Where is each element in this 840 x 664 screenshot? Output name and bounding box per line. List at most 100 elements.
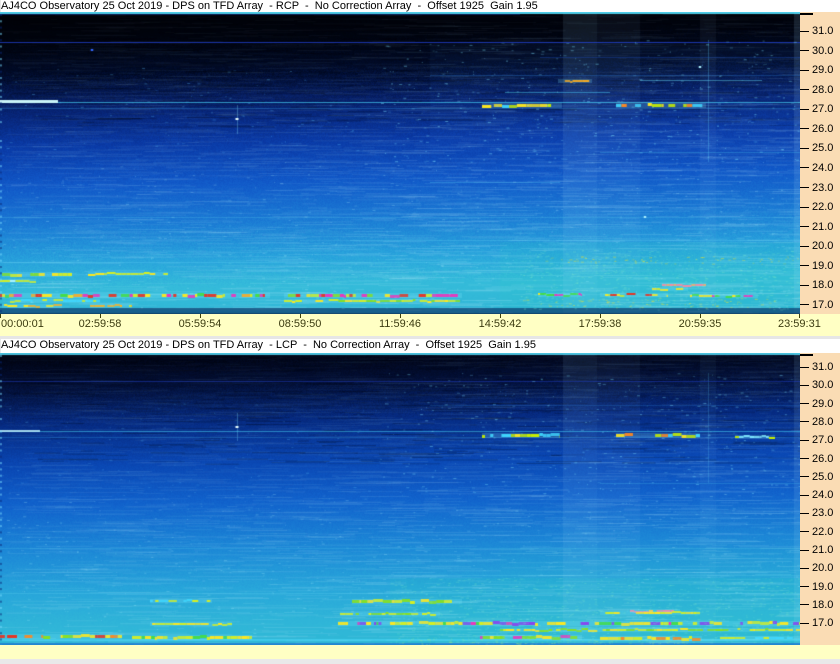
y-tick-label: 28.0 bbox=[812, 415, 834, 428]
tick-mark bbox=[800, 206, 809, 208]
tick-mark bbox=[800, 226, 809, 228]
tick-mark bbox=[800, 167, 809, 169]
frequency-scale-top-tick bbox=[800, 354, 813, 356]
time-axis: 00:00:01 02:59:58 05:59:54 08:59:50 11:59:46… bbox=[0, 314, 840, 336]
tick-mark bbox=[800, 69, 809, 71]
tick-mark bbox=[800, 494, 809, 496]
y-tick: 22.0 bbox=[800, 201, 834, 214]
lcp-frequency-scale: 31.0 30.0 29.0 28.0 27.0 26.0 25.0 24.0 23.0 22.0… bbox=[800, 353, 840, 645]
tick-mark bbox=[800, 89, 809, 91]
y-tick: 20.0 bbox=[800, 562, 834, 575]
y-tick: 31.0 bbox=[800, 361, 834, 373]
y-tick-label: 25.0 bbox=[812, 470, 834, 483]
y-tick: 31.0 bbox=[800, 25, 834, 37]
tick-mark bbox=[800, 586, 809, 588]
y-tick-label: 27.0 bbox=[812, 434, 834, 447]
y-tick: 17.0 bbox=[800, 617, 834, 630]
y-tick-label: 26.0 bbox=[812, 452, 834, 465]
tick-mark bbox=[800, 245, 809, 247]
y-tick-label: 17.0 bbox=[812, 617, 834, 630]
y-tick: 29.0 bbox=[800, 397, 834, 410]
tick-mark bbox=[800, 284, 809, 286]
tick-mark bbox=[800, 128, 809, 130]
y-tick-label: 23.0 bbox=[812, 181, 834, 194]
y-tick: 27.0 bbox=[800, 434, 834, 447]
x-tick-label: 20:59:35 bbox=[678, 318, 722, 330]
tick-mark bbox=[800, 439, 809, 441]
y-tick: 25.0 bbox=[800, 470, 834, 483]
x-tick-label: 00:00:01 bbox=[1, 318, 44, 330]
lcp-panel-title: AJ4CO Observatory 25 Oct 2019 - DPS on T… bbox=[1, 339, 840, 353]
y-tick-label: 30.0 bbox=[812, 44, 834, 57]
y-tick: 21.0 bbox=[800, 544, 834, 556]
y-tick: 20.0 bbox=[800, 240, 834, 253]
y-tick: 22.0 bbox=[800, 525, 834, 538]
y-tick: 19.0 bbox=[800, 259, 834, 272]
tick-mark bbox=[800, 366, 809, 368]
y-tick-label: 21.0 bbox=[812, 220, 834, 233]
tick-mark bbox=[800, 403, 809, 405]
tick-mark bbox=[800, 604, 809, 606]
rcp-panel-title: AJ4CO Observatory 25 Oct 2019 - DPS on T… bbox=[1, 0, 840, 12]
y-tick: 18.0 bbox=[800, 279, 834, 292]
y-tick-label: 24.0 bbox=[812, 161, 834, 174]
tick-mark bbox=[800, 304, 809, 306]
tick-mark bbox=[800, 384, 809, 386]
y-tick: 28.0 bbox=[800, 415, 834, 428]
y-tick-label: 21.0 bbox=[812, 544, 834, 556]
tick-mark bbox=[800, 512, 809, 514]
y-tick: 24.0 bbox=[800, 489, 834, 502]
tick-mark bbox=[800, 265, 809, 267]
y-tick-label: 30.0 bbox=[812, 379, 834, 392]
y-tick-label: 20.0 bbox=[812, 562, 834, 575]
tick-mark bbox=[800, 147, 809, 149]
y-tick-label: 19.0 bbox=[812, 259, 834, 272]
rcp-spectrogram bbox=[0, 12, 800, 314]
x-tick-label: 17:59:38 bbox=[578, 318, 622, 330]
tick-mark bbox=[800, 567, 809, 569]
y-tick: 19.0 bbox=[800, 580, 834, 593]
tick-mark bbox=[800, 622, 809, 624]
y-tick: 28.0 bbox=[800, 84, 833, 95]
y-tick-label: 18.0 bbox=[812, 598, 834, 611]
y-tick: 21.0 bbox=[800, 220, 834, 233]
y-tick: 18.0 bbox=[800, 598, 834, 611]
spectrograph-window: AJ4CO Observatory 25 Oct 2019 - DPS on T… bbox=[0, 0, 840, 664]
y-tick: 27.0 bbox=[800, 103, 834, 116]
x-tick-label: 08:59:50 bbox=[278, 318, 322, 330]
y-tick: 26.0 bbox=[800, 452, 834, 465]
y-tick-label: 24.0 bbox=[812, 489, 834, 502]
y-tick-label: 19.0 bbox=[812, 580, 834, 593]
y-tick: 26.0 bbox=[800, 123, 833, 134]
tick-mark bbox=[800, 50, 809, 52]
y-tick-label: 22.0 bbox=[812, 201, 834, 214]
y-tick: 30.0 bbox=[800, 379, 834, 392]
tick-mark bbox=[800, 458, 809, 459]
tick-mark bbox=[800, 30, 809, 32]
x-tick-label: 14:59:42 bbox=[478, 318, 522, 330]
y-tick: 23.0 bbox=[800, 508, 833, 519]
window-bottom-margin bbox=[0, 659, 840, 664]
lcp-spectrogram bbox=[0, 353, 800, 645]
y-tick-label: 27.0 bbox=[812, 103, 834, 116]
tick-mark bbox=[800, 108, 809, 110]
y-tick-label: 22.0 bbox=[812, 525, 834, 538]
y-tick: 25.0 bbox=[800, 142, 834, 155]
tick-mark bbox=[800, 531, 809, 533]
x-tick-label: 02:59:58 bbox=[78, 318, 122, 330]
y-tick-label: 18.0 bbox=[812, 279, 834, 292]
y-tick-label: 20.0 bbox=[812, 240, 834, 253]
tick-mark bbox=[800, 476, 809, 478]
x-tick-label: 11:59:46 bbox=[378, 318, 422, 330]
y-tick: 23.0 bbox=[800, 181, 834, 194]
rcp-frequency-scale: 31.0 30.0 29.0 28.0 27.0 26.0 25.0 24.0 23.0 22.0… bbox=[800, 12, 840, 314]
y-tick-label: 29.0 bbox=[812, 64, 834, 77]
x-tick-label: 05:59:54 bbox=[178, 318, 222, 330]
y-tick-label: 31.0 bbox=[812, 25, 834, 37]
y-tick-label: 31.0 bbox=[812, 361, 834, 373]
y-tick-label: 25.0 bbox=[812, 142, 834, 155]
tick-mark bbox=[800, 549, 809, 551]
x-tick-label: 23:59:31 bbox=[778, 318, 821, 330]
y-tick-label: 29.0 bbox=[812, 397, 834, 410]
y-tick: 17.0 bbox=[800, 299, 833, 310]
